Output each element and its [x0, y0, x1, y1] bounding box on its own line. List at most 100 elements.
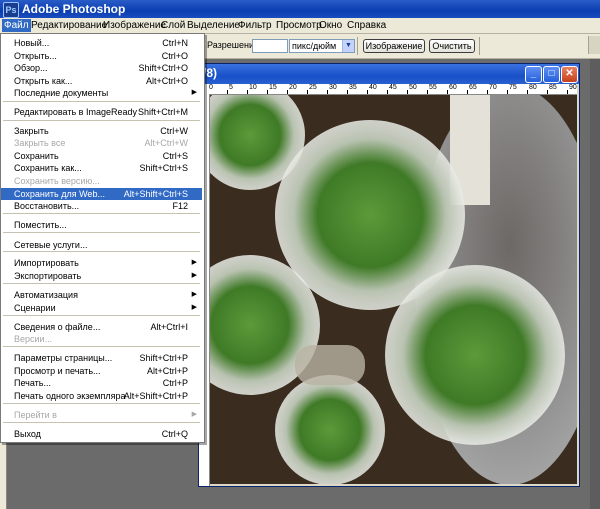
menu-separator — [3, 283, 200, 284]
menu-help[interactable]: Справка — [345, 19, 388, 32]
ruler-tick-label: 45 — [389, 84, 397, 91]
file-menu-item[interactable]: Экспортировать ▶ — [1, 270, 202, 282]
menu-item-label: Автоматизация — [14, 290, 78, 300]
menu-item-label: Сохранить — [14, 151, 59, 161]
file-menu-item[interactable]: Сетевые услуги... — [1, 239, 202, 251]
menu-window[interactable]: Окно — [317, 19, 344, 32]
photoshop-app-icon: Ps — [3, 2, 19, 18]
ruler-tick-label: 35 — [349, 84, 357, 91]
menu-item-shortcut: Alt+Ctrl+O — [145, 76, 188, 86]
menu-item-label: Последние документы — [14, 88, 109, 98]
file-menu-item[interactable]: Поместить... — [1, 219, 202, 231]
separator — [479, 37, 480, 55]
minimize-icon[interactable]: _ — [525, 66, 542, 83]
file-menu-item[interactable]: Сведения о файле... Alt+Ctrl+I — [1, 321, 202, 333]
ruler-tick-mark — [347, 90, 348, 94]
file-menu-item[interactable]: Закрыть Ctrl+W — [1, 125, 202, 137]
resolution-input[interactable] — [252, 39, 288, 53]
menu-item-shortcut: Shift+Ctrl+S — [139, 163, 188, 173]
document-window: /8) _ □ ✕ 0 5 10 15 20 25 30 35 40 45 50 55 60 65 70 75… — [198, 63, 580, 487]
ruler-tick-mark — [227, 90, 228, 94]
file-menu-item[interactable]: Автоматизация ▶ — [1, 289, 202, 301]
menu-separator — [3, 213, 200, 214]
menu-separator — [3, 346, 200, 347]
ruler-tick-mark — [427, 90, 428, 94]
file-menu-item: Сохранить версию... — [1, 175, 202, 187]
clear-button[interactable]: Очистить — [429, 39, 475, 53]
menu-item-shortcut: Ctrl+O — [161, 51, 188, 61]
file-menu-item[interactable]: Сохранить Ctrl+S — [1, 150, 202, 162]
menu-edit[interactable]: Редактирование — [29, 19, 109, 32]
file-menu-item[interactable]: Сценарии ▶ — [1, 302, 202, 314]
menu-item-shortcut: Shift+Ctrl+M — [137, 107, 188, 117]
menu-separator — [3, 422, 200, 423]
document-title: /8) — [203, 66, 218, 80]
units-select-value: пикс/дюйм — [292, 41, 337, 51]
cactus-photo — [210, 95, 577, 484]
file-menu-item[interactable]: Открыть... Ctrl+O — [1, 50, 202, 62]
ruler-tick-label: 60 — [449, 84, 457, 91]
menu-item-shortcut: Ctrl+W — [160, 126, 188, 136]
menu-select[interactable]: Выделение — [185, 19, 242, 32]
ruler-tick-label: 70 — [489, 84, 497, 91]
menu-item-label: Просмотр и печать... — [14, 366, 101, 376]
ruler-tick-mark — [407, 90, 408, 94]
ruler-tick-mark — [367, 90, 368, 94]
ruler-tick-mark — [567, 90, 568, 94]
menu-item-label: Экспортировать — [14, 271, 82, 281]
menu-layer[interactable]: Слой — [159, 19, 187, 32]
menu-filter[interactable]: Фильтр — [236, 19, 274, 32]
ruler-tick-label: 30 — [329, 84, 337, 91]
file-menu-item[interactable]: Последние документы ▶ — [1, 87, 202, 99]
file-menu-item[interactable]: Печать... Ctrl+P — [1, 377, 202, 389]
horizontal-ruler[interactable]: 05101520253035404550556065707580859095 — [209, 84, 577, 95]
document-title-bar[interactable]: /8) _ □ ✕ — [199, 64, 579, 84]
close-icon[interactable]: ✕ — [561, 66, 578, 83]
ruler-tick-label: 75 — [509, 84, 517, 91]
menu-file[interactable]: Файл — [2, 19, 31, 32]
menu-separator — [3, 232, 200, 233]
ruler-tick-label: 10 — [249, 84, 257, 91]
workspace-edge — [590, 59, 600, 509]
menu-item-shortcut: Shift+Ctrl+P — [139, 353, 188, 363]
palette-well-icon[interactable] — [588, 36, 600, 54]
file-menu-item[interactable]: Новый... Ctrl+N — [1, 37, 202, 49]
menu-item-label: Закрыть — [14, 126, 49, 136]
ruler-tick-mark — [507, 90, 508, 94]
menu-item-label: Печать... — [14, 378, 51, 388]
menu-image[interactable]: Изображение — [101, 19, 168, 32]
file-menu-item: Перейти в ▶ — [1, 409, 202, 421]
file-menu-item[interactable]: Просмотр и печать... Alt+Ctrl+P — [1, 365, 202, 377]
file-menu-item[interactable]: Выход Ctrl+Q — [1, 428, 202, 440]
ruler-tick-label: 20 — [289, 84, 297, 91]
menu-item-label: Сценарии — [14, 303, 56, 313]
submenu-arrow-icon: ▶ — [191, 291, 197, 298]
menu-item-label: Закрыть все — [14, 138, 66, 148]
file-menu-item[interactable]: Восстановить... F12 — [1, 200, 202, 212]
submenu-arrow-icon: ▶ — [191, 89, 197, 96]
file-menu-item[interactable]: Сохранить как... Shift+Ctrl+S — [1, 162, 202, 174]
ruler-tick-mark — [547, 90, 548, 94]
file-menu-item[interactable]: Печать одного экземпляра Alt+Shift+Ctrl+P — [1, 390, 202, 402]
ruler-tick-mark — [247, 90, 248, 94]
file-menu-item[interactable]: Открыть как... Alt+Ctrl+O — [1, 75, 202, 87]
maximize-icon[interactable]: □ — [543, 66, 560, 83]
submenu-arrow-icon: ▶ — [191, 411, 197, 418]
menu-item-label: Сохранить как... — [14, 163, 82, 173]
chevron-down-icon: ▼ — [342, 40, 354, 52]
file-menu-item[interactable]: Импортировать ▶ — [1, 257, 202, 269]
file-menu-item[interactable]: Параметры страницы... Shift+Ctrl+P — [1, 352, 202, 364]
menu-item-shortcut: Alt+Ctrl+W — [144, 138, 188, 148]
menu-separator — [3, 101, 200, 102]
file-menu-item[interactable]: Сохранить для Web... Alt+Shift+Ctrl+S — [1, 188, 202, 200]
ruler-tick-label: 50 — [409, 84, 417, 91]
menu-item-label: Открыть... — [14, 51, 57, 61]
ruler-tick-mark — [267, 90, 268, 94]
menu-item-label: Сетевые услуги... — [14, 240, 88, 250]
menu-item-label: Печать одного экземпляра — [14, 391, 126, 401]
image-button[interactable]: Изображение — [363, 39, 425, 53]
file-menu-item[interactable]: Редактировать в ImageReady Shift+Ctrl+M — [1, 106, 202, 118]
units-select[interactable]: пикс/дюйм ▼ — [289, 39, 355, 53]
ruler-tick-mark — [447, 90, 448, 94]
file-menu-item[interactable]: Обзор... Shift+Ctrl+O — [1, 62, 202, 74]
